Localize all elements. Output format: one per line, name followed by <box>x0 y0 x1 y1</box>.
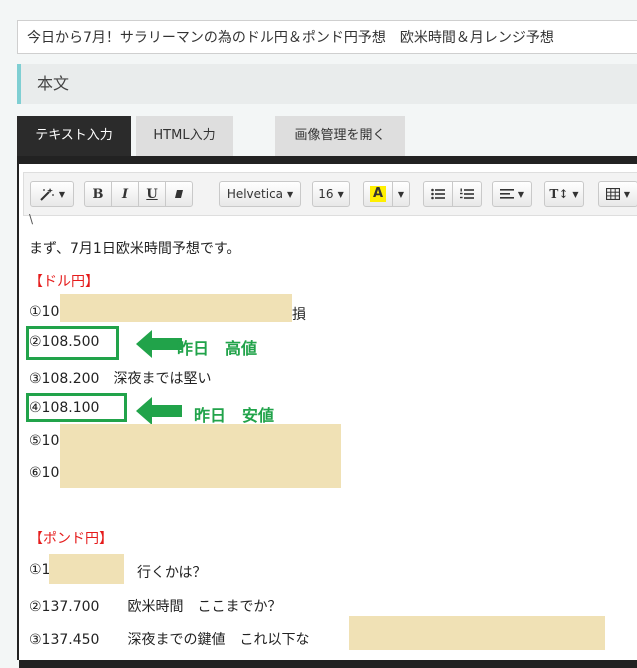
table-icon <box>605 188 620 200</box>
gbp-jpy-heading: 【ポンド円】 <box>29 531 113 547</box>
cut-off-line: \ <box>29 212 34 226</box>
chevron-down-icon: ▼ <box>58 189 66 199</box>
usd-level-1-suffix: 損 <box>292 307 306 323</box>
body-section-header: 本文 <box>17 64 637 104</box>
highlight-color-dropdown[interactable]: ▼ <box>392 181 410 207</box>
redacted-block <box>49 554 124 584</box>
chevron-down-icon: ▼ <box>623 189 631 199</box>
font-size-value: 16 <box>318 187 334 201</box>
bullet-list-button[interactable] <box>423 181 453 207</box>
editor-bottom-border <box>19 660 637 668</box>
chevron-down-icon: ▼ <box>337 189 344 199</box>
highlight-a-icon: A <box>369 186 387 202</box>
usd-level-2: ②108.500 <box>29 334 100 350</box>
font-family-select[interactable]: Helvetica ▼ <box>219 181 301 207</box>
rich-text-editor: ▼ B I U Helvetica ▼ 16 ▼ A ▼ ▼ T↕ ▼ ▼ \ … <box>17 156 637 668</box>
redacted-block <box>60 424 341 488</box>
post-title-input[interactable] <box>17 20 637 54</box>
gbp-level-1-suffix: 行くかは？ <box>137 565 207 581</box>
numbered-list-icon <box>460 188 474 199</box>
numbered-list-button[interactable] <box>452 181 482 207</box>
text-size-icon: T↕ <box>549 187 569 201</box>
clear-format-button[interactable] <box>165 181 193 207</box>
chevron-down-icon: ▼ <box>397 189 405 199</box>
gbp-level-2: ②137.700 欧米時間 ここまでか？ <box>29 599 282 615</box>
chevron-down-icon: ▼ <box>572 189 579 199</box>
bullet-list-icon <box>431 188 445 200</box>
chevron-down-icon: ▼ <box>517 189 525 199</box>
font-family-value: Helvetica <box>226 187 284 201</box>
style-magic-button[interactable]: ▼ <box>30 181 74 207</box>
paragraph-align-select[interactable]: ▼ <box>492 181 532 207</box>
tab-text-input[interactable]: テキスト入力 <box>17 116 131 156</box>
underline-button[interactable]: U <box>138 181 166 207</box>
line-height-select[interactable]: T↕ ▼ <box>544 181 584 207</box>
italic-button[interactable]: I <box>111 181 139 207</box>
usd-level-6: ⑥10 <box>29 465 60 481</box>
intro-text: まず、7月1日欧米時間予想です。 <box>29 241 241 257</box>
font-size-select[interactable]: 16 ▼ <box>312 181 350 207</box>
open-image-manager-button[interactable]: 画像管理を開く <box>275 116 405 156</box>
usd-level-4: ④108.100 <box>29 400 100 416</box>
usd-level-3: ③108.200 深夜までは堅い <box>29 371 212 387</box>
insert-table-button[interactable]: ▼ <box>598 181 637 207</box>
gbp-level-1: ①1 <box>29 562 51 578</box>
editor-content[interactable]: \ まず、7月1日欧米時間予想です。 【ドル円】 ①10 損 ②108.500 … <box>19 212 637 660</box>
redacted-block <box>60 294 292 322</box>
arrow-left-icon <box>136 397 182 425</box>
annotation-yesterday-low: 昨日 安値 <box>194 406 275 425</box>
eraser-icon <box>175 190 183 198</box>
align-icon <box>499 189 514 199</box>
usd-level-1: ①10 <box>29 304 60 320</box>
annotation-yesterday-high: 昨日 高値 <box>177 339 258 358</box>
chevron-down-icon: ▼ <box>287 189 294 199</box>
usd-jpy-heading: 【ドル円】 <box>29 274 99 290</box>
tab-html-input[interactable]: HTML入力 <box>136 116 233 156</box>
bold-button[interactable]: B <box>84 181 112 207</box>
magic-wand-icon <box>40 188 54 201</box>
usd-level-5: ⑤10 <box>29 433 60 449</box>
section-label: 本文 <box>37 74 70 93</box>
redacted-block <box>349 616 605 650</box>
highlight-color-button[interactable]: A <box>363 181 393 207</box>
gbp-level-3: ③137.450 深夜までの鍵値 これ以下な <box>29 632 310 648</box>
editor-toolbar: ▼ B I U Helvetica ▼ 16 ▼ A ▼ ▼ T↕ ▼ ▼ <box>23 172 637 216</box>
